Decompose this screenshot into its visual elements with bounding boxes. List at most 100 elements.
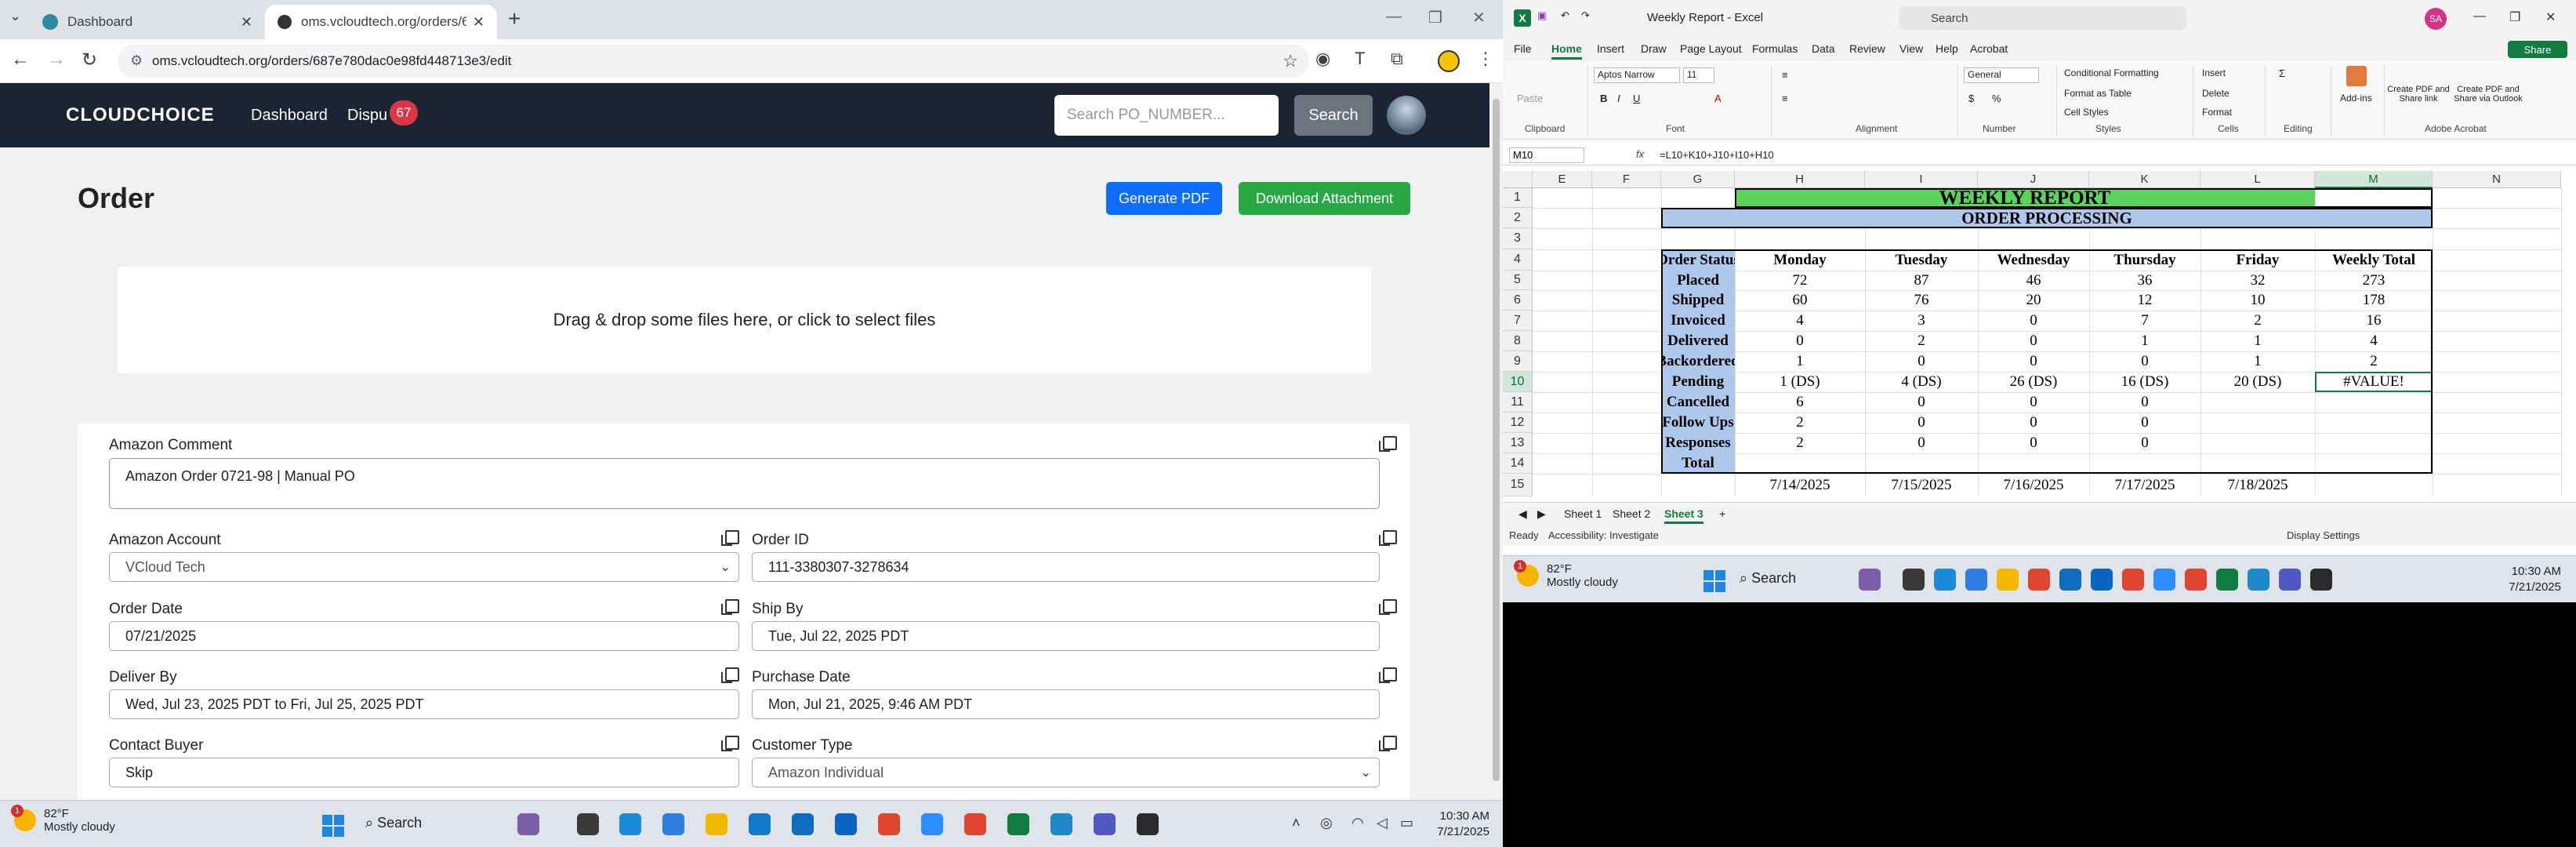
edge-icon[interactable] bbox=[792, 813, 814, 835]
formula-input[interactable]: =L10+K10+J10+I10+H10 bbox=[1660, 149, 1774, 161]
po-search-input[interactable]: Search PO_NUMBER... bbox=[1054, 95, 1279, 136]
url-bar[interactable]: ⚙ oms.vcloudtech.org/orders/687e780dac0e… bbox=[118, 45, 1309, 78]
browser-icon[interactable] bbox=[749, 813, 771, 835]
profile-avatar[interactable] bbox=[1438, 50, 1460, 72]
copy-icon[interactable] bbox=[721, 530, 739, 546]
reload-icon[interactable]: ↻ bbox=[82, 49, 97, 71]
copy-icon[interactable] bbox=[1379, 436, 1397, 452]
teams-icon[interactable] bbox=[1094, 813, 1116, 835]
zoom-icon[interactable] bbox=[2153, 569, 2175, 591]
copy-icon[interactable] bbox=[1379, 667, 1397, 683]
weather-widget[interactable]: 1 82°F Mostly cloudy bbox=[1514, 560, 1618, 589]
page-scrollbar[interactable] bbox=[1489, 83, 1503, 800]
widgets-icon[interactable] bbox=[1859, 569, 1881, 591]
extensions-puzzle-icon[interactable]: ⧉ bbox=[1391, 49, 1403, 69]
bold-icon[interactable]: B bbox=[1600, 93, 1607, 104]
order-date-field[interactable]: 07/21/2025 bbox=[109, 621, 739, 651]
tab-formulas[interactable]: Formulas bbox=[1752, 42, 1798, 55]
tab-review[interactable]: Review bbox=[1849, 42, 1885, 55]
copy-icon[interactable] bbox=[1379, 599, 1397, 615]
row-header-9[interactable]: 9 bbox=[1503, 351, 1533, 372]
font-name-select[interactable]: Aptos Narrow bbox=[1594, 67, 1680, 83]
column-header-l[interactable]: L bbox=[2200, 171, 2315, 188]
date-cell[interactable]: 7/18/2025 bbox=[2200, 474, 2315, 496]
photos-icon[interactable] bbox=[2248, 569, 2269, 591]
column-header-g[interactable]: G bbox=[1661, 171, 1735, 188]
tab-file[interactable]: File bbox=[1514, 42, 1532, 55]
row-header-15[interactable]: 15 bbox=[1503, 474, 1533, 496]
bookmark-star-icon[interactable]: ☆ bbox=[1283, 51, 1298, 71]
paste-button[interactable]: Paste bbox=[1517, 93, 1543, 104]
close-tab-icon[interactable]: ✕ bbox=[241, 14, 252, 31]
underline-icon[interactable]: U bbox=[1633, 93, 1640, 104]
tab-order-edit[interactable]: oms.vcloudtech.org/orders/687 ✕ bbox=[265, 5, 497, 39]
chrome-icon[interactable] bbox=[964, 813, 986, 835]
tab-view[interactable]: View bbox=[1899, 42, 1923, 55]
taskbar-search[interactable]: ⌕ Search bbox=[1740, 570, 1796, 587]
extension-icon[interactable]: ◉ bbox=[1315, 49, 1330, 69]
task-view-icon[interactable] bbox=[1903, 569, 1925, 591]
tab-help[interactable]: Help bbox=[1936, 42, 1958, 55]
close-window-icon[interactable]: ✕ bbox=[2545, 9, 2556, 25]
taskbar-search[interactable]: ⌕ Search bbox=[365, 815, 422, 831]
row-header-14[interactable]: 14 bbox=[1503, 453, 1533, 474]
start-icon[interactable] bbox=[322, 815, 344, 837]
sheet-tab[interactable]: Sheet 2 bbox=[1613, 507, 1650, 520]
sheet-tab[interactable]: Sheet 1 bbox=[1564, 507, 1602, 520]
maximize-icon[interactable]: ❐ bbox=[1428, 8, 1442, 27]
teams-icon[interactable] bbox=[2279, 569, 2301, 591]
row-header-7[interactable]: 7 bbox=[1503, 311, 1533, 331]
reader-icon[interactable]: T bbox=[1355, 49, 1365, 69]
site-logo[interactable]: CLOUDCHOICE bbox=[66, 104, 215, 126]
share-button[interactable]: Share bbox=[2508, 41, 2567, 58]
nav-disputes[interactable]: Dispu bbox=[347, 107, 387, 125]
autosum-icon[interactable]: Σ bbox=[2279, 67, 2285, 79]
download-attachment-button[interactable]: Download Attachment bbox=[1239, 182, 1410, 215]
row-header-8[interactable]: 8 bbox=[1503, 331, 1533, 351]
scrollbar-thumb[interactable] bbox=[1493, 99, 1500, 781]
customer-type-select[interactable]: Amazon Individual ⌄ bbox=[752, 758, 1380, 787]
chrome-icon[interactable] bbox=[878, 813, 900, 835]
percent-icon[interactable]: % bbox=[1992, 93, 2001, 104]
sheet-tab-active[interactable]: Sheet 3 bbox=[1664, 507, 1703, 524]
clock[interactable]: 10:30 AM 7/21/2025 bbox=[2491, 564, 2561, 595]
chrome-icon[interactable] bbox=[2185, 569, 2207, 591]
tab-home[interactable]: Home bbox=[1551, 42, 1582, 60]
copy-icon[interactable] bbox=[1379, 736, 1397, 751]
date-cell[interactable]: 7/17/2025 bbox=[2089, 474, 2200, 496]
clock[interactable]: 10:30 AM 7/21/2025 bbox=[1419, 809, 1489, 840]
file-explorer-icon[interactable] bbox=[1997, 569, 2019, 591]
row-header-5[interactable]: 5 bbox=[1503, 271, 1533, 290]
app-icon[interactable] bbox=[1137, 813, 1159, 835]
add-ins-icon[interactable] bbox=[2346, 66, 2367, 86]
format-cells-button[interactable]: Format bbox=[2202, 107, 2232, 118]
volume-icon[interactable]: ◁ bbox=[1377, 815, 1388, 831]
column-header-f[interactable]: F bbox=[1592, 171, 1661, 188]
calculator-icon[interactable] bbox=[1965, 569, 1987, 591]
copy-icon[interactable] bbox=[721, 667, 739, 683]
column-header-k[interactable]: K bbox=[2089, 171, 2200, 188]
copy-icon[interactable] bbox=[721, 736, 739, 751]
site-info-icon[interactable]: ⚙ bbox=[130, 53, 143, 69]
conditional-formatting-button[interactable]: Conditional Formatting bbox=[2064, 67, 2159, 78]
chrome-icon[interactable] bbox=[2122, 569, 2144, 591]
chrome-menu-icon[interactable]: ⋮ bbox=[1477, 49, 1494, 69]
deliver-by-field[interactable]: Wed, Jul 23, 2025 PDT to Fri, Jul 25, 20… bbox=[109, 689, 739, 719]
nav-dashboard[interactable]: Dashboard bbox=[251, 107, 328, 125]
minimize-icon[interactable]: — bbox=[2473, 9, 2486, 24]
generate-pdf-button[interactable]: Generate PDF bbox=[1106, 182, 1222, 215]
row-header-6[interactable]: 6 bbox=[1503, 290, 1533, 311]
minimize-icon[interactable]: — bbox=[1386, 8, 1402, 26]
photos-icon[interactable] bbox=[1050, 813, 1072, 835]
number-format-select[interactable]: General bbox=[1964, 67, 2039, 83]
new-tab-icon[interactable]: + bbox=[508, 6, 521, 31]
edge-icon[interactable] bbox=[619, 813, 641, 835]
fx-icon[interactable]: fx bbox=[1636, 148, 1644, 160]
back-icon[interactable]: ← bbox=[11, 49, 30, 71]
create-pdf-outlook-button[interactable]: Create PDF and Share via Outlook bbox=[2453, 85, 2523, 104]
row-header-2[interactable]: 2 bbox=[1503, 208, 1533, 228]
user-avatar[interactable] bbox=[1387, 96, 1426, 135]
tray-chevron-icon[interactable]: ˄ bbox=[1292, 815, 1301, 831]
row-header-11[interactable]: 11 bbox=[1503, 392, 1533, 413]
chrome-icon[interactable] bbox=[2028, 569, 2050, 591]
